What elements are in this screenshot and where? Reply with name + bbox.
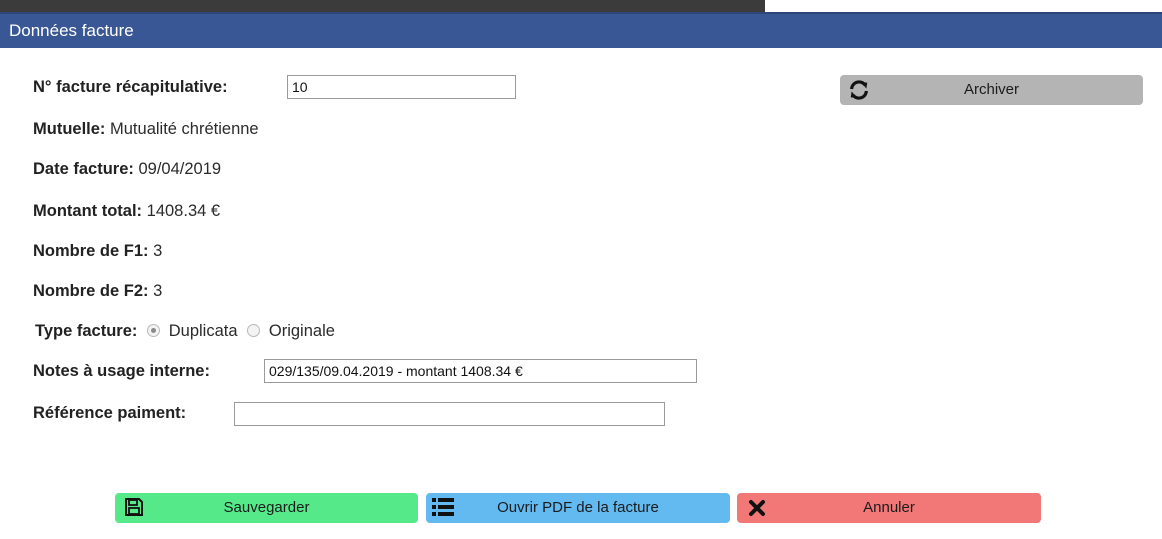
notes-label: Notes à usage interne: [33,362,210,380]
cancel-button[interactable]: Annuler [737,493,1041,523]
save-button-label: Sauvegarder [223,499,310,516]
f1-row: Nombre de F1: 3 [33,242,162,261]
payment-ref-row: Référence paiment: [33,404,186,423]
top-strip [0,0,1162,13]
invoice-dialog: Données facture Archiver N° facture réca… [0,12,1162,539]
invoice-number-label: N° facture récapitulative: [33,78,228,96]
mutuelle-label: Mutuelle: [33,120,106,138]
mutuelle-row: Mutuelle: Mutualité chrétienne [33,120,259,139]
f1-label: Nombre de F1: [33,242,149,260]
mutuelle-value: Mutualité chrétienne [110,120,259,138]
dialog-title: Données facture [9,21,134,40]
invoice-number-input[interactable] [287,75,516,99]
f2-value: 3 [153,282,163,300]
notes-row: Notes à usage interne: [33,362,210,381]
f1-value: 3 [153,242,163,260]
date-label: Date facture: [33,160,134,178]
date-row: Date facture: 09/04/2019 [33,160,221,179]
payment-ref-input[interactable] [234,402,665,426]
cancel-button-label: Annuler [863,499,915,516]
notes-input[interactable] [264,359,697,383]
f2-row: Nombre de F2: 3 [33,282,162,301]
amount-row: Montant total: 1408.34 € [33,202,220,221]
open-pdf-button-label: Ouvrir PDF de la facture [497,499,659,516]
amount-value: 1408.34 € [146,202,221,220]
archive-button-label: Archiver [963,81,1019,98]
open-pdf-button[interactable]: Ouvrir PDF de la facture [426,493,730,523]
radio-duplicata[interactable] [146,324,160,337]
type-row: Type facture: Duplicata Originale [35,322,335,341]
invoice-number-row: N° facture récapitulative: [33,78,228,97]
radio-originale-label[interactable]: Originale [269,322,335,340]
archive-button[interactable]: Archiver [840,75,1143,105]
date-value: 09/04/2019 [138,160,222,178]
amount-label: Montant total: [33,202,143,220]
radio-originale[interactable] [246,324,260,337]
type-label: Type facture: [35,322,138,340]
payment-ref-label: Référence paiment: [33,404,187,422]
save-button[interactable]: Sauvegarder [115,493,418,523]
radio-duplicata-label[interactable]: Duplicata [169,322,238,340]
dialog-titlebar[interactable]: Données facture [0,12,1162,48]
f2-label: Nombre de F2: [33,282,149,300]
